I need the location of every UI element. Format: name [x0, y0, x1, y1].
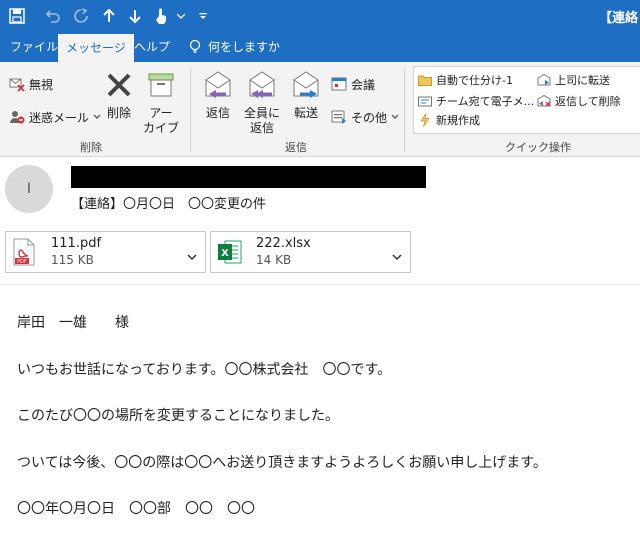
more-dropdown-icon: [391, 114, 399, 120]
quick-step-forward-boss[interactable]: 上司に転送: [537, 71, 610, 89]
body-signature: 〇〇年〇月〇日 〇〇部 〇〇 〇〇: [17, 501, 255, 517]
tab-message[interactable]: メッセージ: [58, 34, 134, 62]
chevron-down-icon[interactable]: [187, 246, 197, 265]
reply-delete-icon: [537, 94, 551, 108]
header-divider: [0, 284, 640, 285]
quick-step-label: チーム宛て電子メ...: [436, 95, 535, 108]
attachment-name: 222.xlsx: [256, 236, 311, 251]
tab-help[interactable]: ヘルプ: [126, 32, 178, 62]
reply-all-icon: [242, 70, 282, 104]
reply-icon: [200, 70, 236, 104]
attachment-size: 14 KB: [256, 253, 292, 267]
meeting-label: 会議: [351, 77, 376, 92]
up-arrow-icon[interactable]: [98, 6, 120, 26]
respond-group-label: 返信: [285, 141, 307, 154]
quick-step-team-mail[interactable]: チーム宛て電子メ...: [418, 92, 534, 110]
lightbulb-icon: [188, 39, 202, 55]
body-line: ついては今後、〇〇の際は〇〇へお送り頂きますようよろしくお願い申し上げます。: [17, 455, 547, 471]
team-mail-icon: [418, 94, 432, 108]
junk-icon: [8, 108, 26, 126]
body-line: このたび〇〇の場所を変更することになりました。: [17, 408, 339, 424]
attachment-xlsx[interactable]: X 222.xlsx 14 KB: [210, 231, 411, 273]
sender-redacted: [71, 166, 426, 188]
delete-group-label: 削除: [80, 141, 102, 154]
forward-icon: [288, 70, 324, 104]
body-line: いつもお世話になっております。〇〇株式会社 〇〇です。: [17, 362, 392, 378]
quick-step-create-new[interactable]: 新規作成: [418, 111, 480, 129]
undo-icon[interactable]: [42, 6, 64, 26]
ribbon: 無視 迷惑メール 削除 アー カイブ 削除 返信 全員に 返信 転送 会議 その…: [0, 62, 640, 157]
svg-text:X: X: [221, 248, 229, 259]
excel-icon: X: [217, 238, 243, 270]
quick-step-reply-delete[interactable]: 返信して削除: [537, 92, 621, 110]
pdf-icon: PDF: [12, 238, 36, 270]
meeting-icon: [330, 75, 348, 93]
quick-steps-group-label: クイック操作: [505, 141, 571, 154]
tell-me-search[interactable]: 何をしますか: [180, 32, 288, 62]
customize-icon[interactable]: [196, 6, 210, 26]
archive-icon: [141, 70, 181, 104]
more-respond-button[interactable]: その他: [330, 107, 399, 127]
ribbon-separator: [404, 68, 405, 152]
more-icon: [330, 108, 348, 126]
junk-dropdown-icon: [93, 114, 101, 120]
reply-all-label-line2: 返信: [249, 121, 274, 135]
more-label: その他: [351, 110, 388, 125]
junk-label: 迷惑メール: [29, 110, 90, 125]
archive-label-line2: カイブ: [142, 121, 179, 135]
quick-step-label: 上司に転送: [555, 74, 610, 87]
delete-icon: [101, 70, 137, 104]
chevron-down-icon[interactable]: [174, 6, 188, 26]
body-greeting: 岸田 一雄 様: [17, 315, 129, 331]
folder-icon: [418, 73, 432, 87]
down-arrow-icon[interactable]: [124, 6, 146, 26]
forward-label: 転送: [293, 106, 318, 120]
attachment-name: 111.pdf: [51, 236, 102, 251]
tab-file[interactable]: ファイル: [2, 32, 66, 62]
ignore-button[interactable]: 無視: [8, 74, 53, 94]
quick-step-label: 自動で仕分け-1: [436, 74, 513, 87]
quick-step-auto-sort[interactable]: 自動で仕分け-1: [418, 71, 513, 89]
attachment-size: 115 KB: [51, 253, 94, 267]
reply-all-label-line1: 全員に: [243, 106, 280, 120]
chevron-down-icon[interactable]: [392, 246, 402, 265]
delete-button[interactable]: 削除: [101, 70, 137, 121]
reply-button[interactable]: 返信: [200, 70, 236, 121]
redo-icon[interactable]: [70, 6, 92, 26]
ignore-label: 無視: [29, 77, 54, 92]
title-bar: 【連絡: [0, 0, 640, 32]
ignore-icon: [8, 75, 26, 93]
reply-label: 返信: [205, 106, 230, 120]
forward-mail-icon: [537, 73, 551, 87]
avatar[interactable]: I: [5, 165, 53, 213]
quick-step-label: 返信して削除: [555, 95, 621, 108]
touch-mode-icon[interactable]: [150, 6, 172, 26]
svg-text:PDF: PDF: [17, 259, 27, 265]
junk-button[interactable]: 迷惑メール: [8, 107, 101, 127]
forward-button[interactable]: 転送: [288, 70, 324, 121]
attachment-pdf[interactable]: PDF 111.pdf 115 KB: [5, 231, 206, 273]
archive-label-line1: アー: [149, 106, 173, 120]
reply-all-button[interactable]: 全員に 返信: [242, 70, 282, 136]
delete-label: 削除: [106, 106, 131, 120]
message-header: I 【連絡】〇月〇日 〇〇変更の件: [0, 157, 640, 227]
ribbon-tabs: ファイル メッセージ ヘルプ 何をしますか: [0, 32, 640, 62]
quick-step-label: 新規作成: [436, 114, 480, 127]
window-title: 【連絡: [598, 11, 638, 26]
save-icon[interactable]: [6, 6, 28, 26]
ribbon-separator: [190, 68, 191, 152]
message-subject: 【連絡】〇月〇日 〇〇変更の件: [71, 197, 267, 212]
lightning-icon: [418, 113, 432, 127]
archive-button[interactable]: アー カイブ: [141, 70, 181, 136]
meeting-button[interactable]: 会議: [330, 74, 375, 94]
tell-me-label: 何をしますか: [208, 40, 281, 54]
